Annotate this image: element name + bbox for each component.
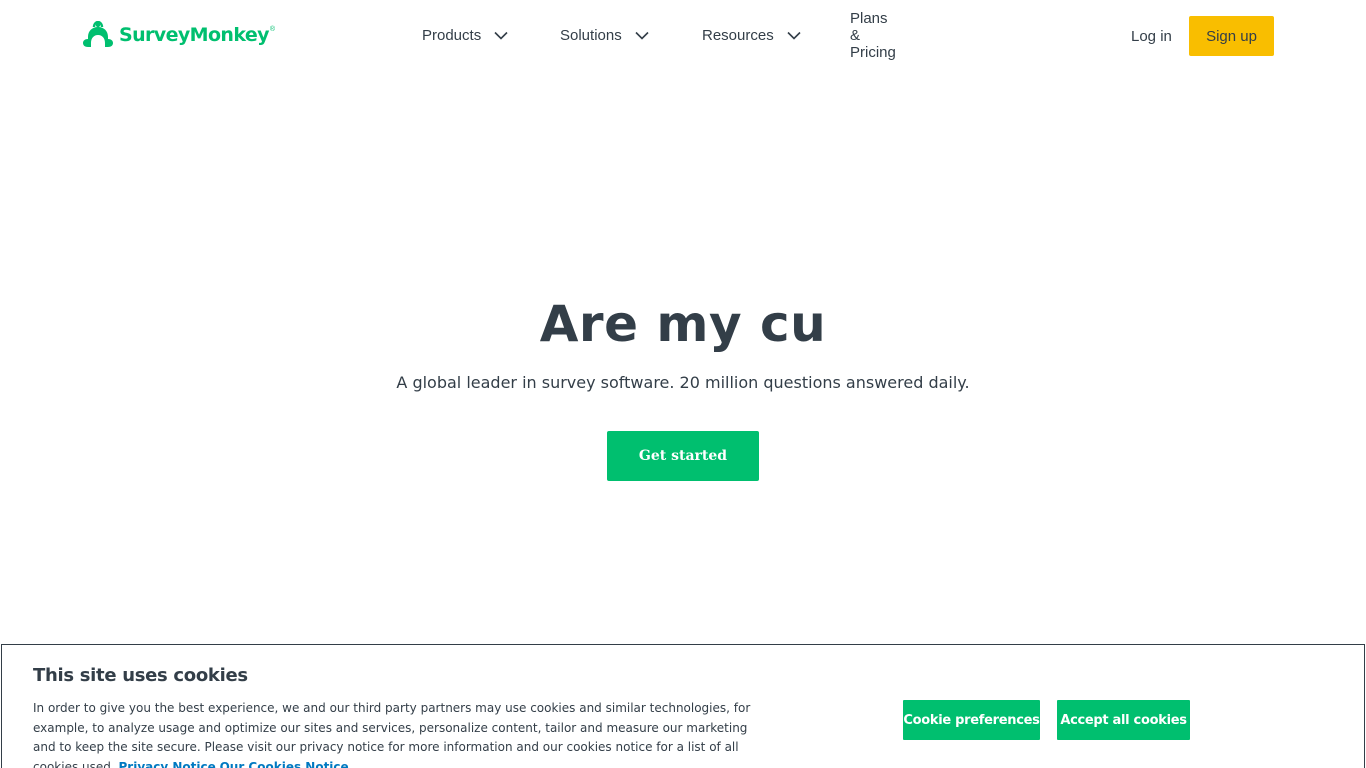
get-started-button[interactable]: Get started [607,431,759,481]
cookies-notice-link[interactable]: Our Cookies Notice [220,760,349,768]
nav-resources[interactable]: Resources [702,24,801,46]
registered-mark: ® [269,26,276,33]
hero-title: Are my cu [539,295,827,353]
surveymonkey-logo[interactable]: SurveyMonkey ® [80,20,275,50]
page: SurveyMonkey ® Products Solutions Resour… [0,0,1366,768]
logo-wordmark: SurveyMonkey [119,24,270,46]
nav-products[interactable]: Products [422,24,508,46]
cookie-preferences-button[interactable]: Cookie preferences [903,700,1040,740]
hero-subtitle: A global leader in survey software. 20 m… [396,373,970,392]
privacy-notice-link[interactable]: Privacy Notice [119,760,216,768]
nav-plans-pricing-label: Plans & Pricing [850,9,896,61]
cookie-banner-text: In order to give you the best experience… [33,699,763,768]
nav-resources-label: Resources [702,26,774,44]
cookie-banner: This site uses cookies In order to give … [1,644,1365,768]
login-link[interactable]: Log in [1131,25,1172,47]
site-header: SurveyMonkey ® Products Solutions Resour… [0,0,1366,72]
accept-all-cookies-button[interactable]: Accept all cookies [1057,700,1190,740]
chevron-down-icon [787,31,801,40]
signup-button[interactable]: Sign up [1189,16,1274,56]
chevron-down-icon [635,31,649,40]
nav-solutions-label: Solutions [560,26,622,44]
cookie-banner-title: This site uses cookies [33,665,248,686]
nav-plans-pricing[interactable]: Plans & Pricing [850,10,896,61]
nav-solutions[interactable]: Solutions [560,24,649,46]
chevron-down-icon [494,31,508,40]
cookie-banner-body: In order to give you the best experience… [33,701,751,768]
nav-products-label: Products [422,26,482,44]
monkey-logo-icon [83,21,113,47]
